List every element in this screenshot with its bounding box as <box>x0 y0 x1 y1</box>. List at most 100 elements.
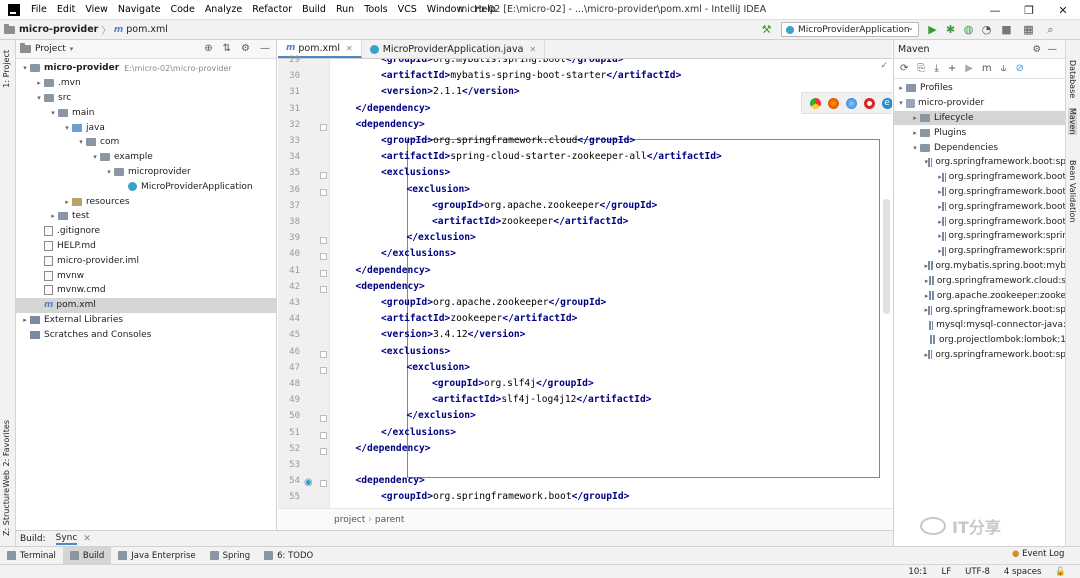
expand-arrow-icon[interactable]: ▾ <box>896 99 906 107</box>
tree-item[interactable]: ▾ micro-provider E:\micro-02\micro-provide… <box>16 61 277 76</box>
toggle-offline-icon[interactable]: ⫝ <box>1001 63 1007 74</box>
maven-tree-item[interactable]: ▸ org.springframework:sprir <box>894 244 1066 259</box>
menu-run[interactable]: Run <box>331 4 359 15</box>
firefox-icon[interactable] <box>827 97 839 109</box>
locate-file-icon[interactable]: ⊕ <box>204 43 212 54</box>
database-tool-tab[interactable]: Database <box>1068 60 1077 98</box>
maven-tree-item[interactable]: ▸ org.springframework.boot:sp <box>894 303 1066 318</box>
fold-marker-icon[interactable] <box>320 269 327 277</box>
file-encoding[interactable]: UTF-8 <box>965 567 990 577</box>
fold-marker-icon[interactable] <box>320 237 327 245</box>
caret-position[interactable]: 10:1 <box>908 567 927 577</box>
menu-refactor[interactable]: Refactor <box>247 4 297 15</box>
maven-tree-item[interactable]: ▸ org.springframework.cloud:s <box>894 273 1066 288</box>
collapse-arrow-icon[interactable]: ▸ <box>20 316 30 324</box>
tree-item[interactable]: ▸ External Libraries <box>16 313 277 328</box>
download-icon[interactable]: ⤓ <box>934 63 938 74</box>
close-icon[interactable]: ✕ <box>83 534 91 544</box>
maven-tree-item[interactable]: ▸ org.springframework.boot <box>894 199 1066 214</box>
menu-build[interactable]: Build <box>297 4 331 15</box>
expand-arrow-icon[interactable]: ▸ <box>896 84 906 92</box>
fold-marker-icon[interactable] <box>320 350 327 358</box>
fold-marker-icon[interactable] <box>320 415 327 423</box>
maven-tree-item[interactable]: ▸ Plugins <box>894 125 1066 140</box>
expand-arrow-icon[interactable]: ▾ <box>20 64 30 72</box>
collapse-arrow-icon[interactable]: ▸ <box>62 198 72 206</box>
close-button[interactable]: ✕ <box>1046 0 1080 20</box>
toolwindow-terminal[interactable]: Terminal <box>0 547 63 565</box>
event-log-button[interactable]: ● Event Log <box>1012 549 1064 559</box>
expand-arrow-icon[interactable]: ▾ <box>910 144 920 152</box>
tree-item[interactable]: MicroProviderApplication <box>16 179 277 194</box>
tree-item[interactable]: ▾ com <box>16 135 277 150</box>
tree-item[interactable]: mvnw.cmd <box>16 283 277 298</box>
tab-microproviderapplication-java[interactable]: MicroProviderApplication.java ✕ <box>362 40 546 58</box>
add-icon[interactable]: + <box>948 63 956 74</box>
tree-item[interactable]: ▾ microprovider <box>16 165 277 180</box>
opera-icon[interactable] <box>863 97 875 109</box>
menu-code[interactable]: Code <box>165 4 199 15</box>
menu-tools[interactable]: Tools <box>359 4 392 15</box>
toolwindow-6-todo[interactable]: 6: TODO <box>257 547 320 565</box>
project-tool-tab[interactable]: 1: Project <box>2 50 11 88</box>
tree-item[interactable]: ▾ java <box>16 120 277 135</box>
favorites-tool-tab[interactable]: 2: Favorites <box>2 420 11 466</box>
editor-breadcrumb-item[interactable]: parent <box>375 515 405 525</box>
maven-tree-item[interactable]: ▸ org.springframework.boot <box>894 214 1066 229</box>
fold-marker-icon[interactable] <box>320 447 327 455</box>
project-structure-icon[interactable]: ▦ <box>1022 23 1035 36</box>
maven-tree-item[interactable]: ▾ Dependencies <box>894 140 1066 155</box>
debug-icon[interactable]: ✱ <box>944 23 957 36</box>
search-everywhere-icon[interactable]: ⌕ <box>1044 23 1057 36</box>
bean-validation-tool-tab[interactable]: Bean Validation <box>1068 160 1077 222</box>
fold-marker-icon[interactable] <box>320 172 327 180</box>
expand-arrow-icon[interactable]: ▾ <box>104 168 114 176</box>
reload-icon[interactable]: ⟳ <box>900 63 908 74</box>
run-icon[interactable]: ▶ <box>926 23 939 36</box>
execute-goal-icon[interactable]: m <box>982 63 992 74</box>
indent-setting[interactable]: 4 spaces <box>1004 567 1041 577</box>
tree-item[interactable]: ▾ main <box>16 105 277 120</box>
coverage-icon[interactable]: ◍ <box>962 23 975 36</box>
close-tab-icon[interactable]: ✕ <box>346 44 353 53</box>
maven-tree-item[interactable]: ▸ org.springframework.boot <box>894 170 1066 185</box>
tree-item[interactable]: ▾ example <box>16 150 277 165</box>
collapse-arrow-icon[interactable]: ▸ <box>34 79 44 87</box>
tree-item[interactable]: ▸ test <box>16 209 277 224</box>
menu-edit[interactable]: Edit <box>52 4 80 15</box>
run-maven-icon[interactable]: ▶ <box>965 63 973 74</box>
maven-tree-item[interactable]: ▾ org.springframework.boot:sp <box>894 155 1066 170</box>
skip-tests-icon[interactable]: ⊘ <box>1016 63 1024 74</box>
maven-tree-item[interactable]: org.projectlombok:lombok:1 <box>894 333 1066 348</box>
collapse-all-icon[interactable]: ⇅ <box>223 43 231 54</box>
fold-marker-icon[interactable] <box>320 366 327 374</box>
tree-item[interactable]: mvnw <box>16 268 277 283</box>
profile-icon[interactable]: ◔ <box>980 23 993 36</box>
maximize-button[interactable]: ❐ <box>1012 0 1046 20</box>
hide-icon[interactable]: — <box>1048 44 1058 55</box>
editor-breadcrumb-item[interactable]: project <box>334 515 365 525</box>
maven-tree-item[interactable]: ▸ org.mybatis.spring.boot:myb <box>894 259 1066 274</box>
menu-analyze[interactable]: Analyze <box>200 4 247 15</box>
web-tool-tab[interactable]: Web <box>2 470 11 487</box>
hide-icon[interactable]: — <box>260 43 270 54</box>
tree-item[interactable]: ▸ resources <box>16 194 277 209</box>
fold-marker-icon[interactable] <box>320 431 327 439</box>
toolwindow-build[interactable]: Build <box>62 546 112 565</box>
fold-marker-icon[interactable] <box>320 123 327 131</box>
menu-view[interactable]: View <box>80 4 113 15</box>
expand-arrow-icon[interactable]: ▾ <box>62 124 72 132</box>
menu-vcs[interactable]: VCS <box>393 4 422 15</box>
breadcrumb-project[interactable]: micro-provider <box>19 24 98 35</box>
menu-navigate[interactable]: Navigate <box>113 4 166 15</box>
fold-marker-icon[interactable] <box>320 188 327 196</box>
line-separator[interactable]: LF <box>942 567 952 577</box>
expand-arrow-icon[interactable]: ▾ <box>48 109 58 117</box>
chrome-icon[interactable] <box>809 97 821 109</box>
maven-tree-item[interactable]: ▸ Lifecycle <box>894 110 1066 126</box>
tree-item[interactable]: Scratches and Consoles <box>16 327 277 342</box>
maven-tool-tab[interactable]: Maven <box>1068 108 1077 135</box>
maven-tree-item[interactable]: ▸ Profiles <box>894 81 1066 96</box>
maven-tree-item[interactable]: ▸ org.apache.zookeeper:zooke <box>894 288 1066 303</box>
expand-arrow-icon[interactable]: ▾ <box>76 138 86 146</box>
